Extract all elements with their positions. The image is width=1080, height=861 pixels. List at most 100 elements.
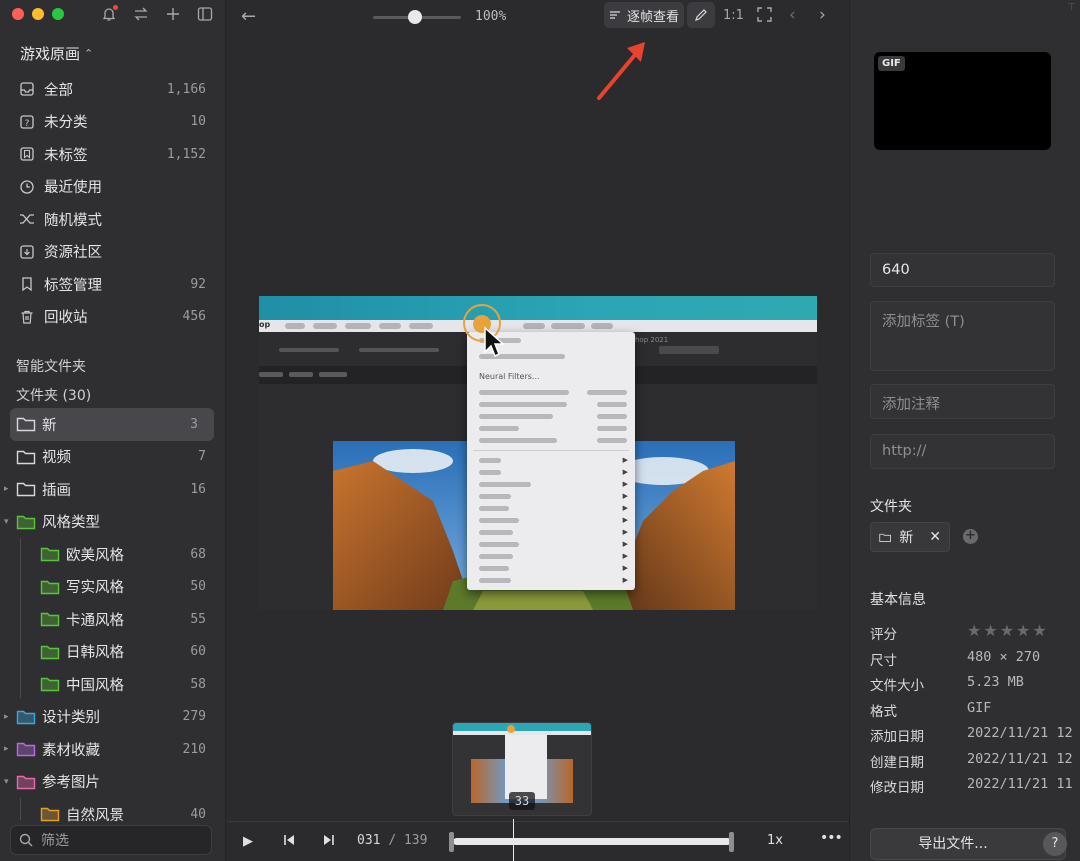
nav-item[interactable]: 标签管理 92 (10, 268, 214, 301)
annotate-button[interactable] (687, 2, 715, 28)
folder-item[interactable]: ▸ 插画 16 (4, 473, 214, 506)
sync-icon[interactable] (132, 5, 150, 23)
app-title-bar (259, 296, 817, 320)
folder-count: 60 (190, 644, 206, 660)
name-field[interactable]: 640 (870, 253, 1055, 287)
step-forward-icon[interactable] (323, 834, 335, 850)
nav-item[interactable]: 未标签 1,152 (10, 138, 214, 171)
expand-caret-icon[interactable]: ▸ (4, 484, 14, 494)
star-icon[interactable]: ★ (983, 621, 997, 643)
fullscreen-icon[interactable] (757, 7, 772, 26)
folder-count: 210 (182, 741, 206, 757)
nav-item[interactable]: 随机模式 (10, 203, 214, 236)
folder-item[interactable]: 写实风格 50 (10, 571, 214, 604)
folders-header[interactable]: 文件夹 (30) (16, 385, 91, 405)
folder-item[interactable]: 卡通风格 55 (10, 603, 214, 636)
folder-item[interactable]: ▾ 参考图片 (4, 766, 214, 799)
maximize-window-button[interactable] (52, 8, 64, 20)
folder-label: 自然风景 (66, 807, 124, 824)
url-field[interactable]: http:// (870, 434, 1055, 469)
close-window-button[interactable] (12, 8, 24, 20)
folder-icon (16, 710, 36, 724)
nav-item[interactable]: ? 未分类 10 (10, 106, 214, 139)
trim-end-handle[interactable] (729, 832, 734, 852)
folder-icon (16, 743, 36, 757)
menu-item-neural-filters: Neural Filters... (479, 372, 540, 381)
library-switcher[interactable]: 游戏原画 ⌃ (20, 43, 93, 64)
folder-item[interactable]: ▸ 素材收藏 210 (4, 733, 214, 766)
add-icon[interactable] (164, 5, 182, 23)
add-folder-icon[interactable]: + (963, 529, 978, 544)
minimize-window-button[interactable] (32, 8, 44, 20)
expand-caret-icon[interactable]: ▸ (4, 744, 14, 754)
timeline-track[interactable] (453, 838, 731, 845)
folder-item[interactable]: 欧美风格 68 (10, 538, 214, 571)
sidebar-top-actions (100, 5, 214, 23)
file-thumbnail[interactable]: GIF (874, 52, 1051, 150)
rating-stars[interactable]: ★ ★ ★ ★ ★ (967, 621, 1047, 643)
star-icon[interactable]: ★ (1000, 621, 1014, 643)
folder-item[interactable]: 日韩风格 60 (10, 636, 214, 669)
info-key: 添加日期 (870, 729, 924, 745)
info-row: 尺寸 480 × 270 (870, 649, 1080, 669)
info-row: 文件大小 5.23 MB (870, 674, 1080, 694)
nav-item[interactable]: 全部 1,166 (10, 73, 214, 106)
more-options-button[interactable]: ••• (820, 830, 843, 846)
step-back-icon[interactable] (283, 834, 295, 850)
tag-field[interactable]: 添加标签 (T) (870, 301, 1055, 371)
nav-item-count: 1,152 (166, 146, 206, 162)
clock-icon (18, 178, 36, 196)
star-icon[interactable]: ★ (1032, 621, 1046, 643)
pin-icon[interactable]: ⊤ (1067, 2, 1076, 13)
question-box-icon: ? (18, 113, 36, 131)
format-badge: GIF (878, 56, 905, 71)
note-field[interactable]: 添加注释 (870, 384, 1055, 419)
frame-by-frame-button[interactable]: 逐帧查看 (604, 2, 684, 28)
folder-label: 欧美风格 (66, 547, 124, 564)
filter-input[interactable]: 筛选 (10, 825, 212, 855)
help-button[interactable]: ? (1043, 832, 1067, 856)
remove-folder-icon[interactable]: ✕ (929, 529, 941, 545)
folder-item[interactable]: 中国风格 58 (10, 668, 214, 701)
playhead[interactable] (513, 819, 514, 861)
folder-label: 卡通风格 (66, 612, 124, 629)
folder-icon (879, 533, 891, 542)
next-icon[interactable]: › (819, 5, 826, 25)
star-icon[interactable]: ★ (1016, 621, 1030, 643)
export-button[interactable]: 导出文件... (870, 828, 1066, 860)
sidebar-toggle-icon[interactable] (196, 5, 214, 23)
trim-start-handle[interactable] (449, 832, 454, 852)
folder-chip[interactable]: 新 ✕ (870, 522, 950, 552)
expand-caret-icon[interactable]: ▾ (4, 517, 14, 527)
folder-section-title: 文件夹 (870, 499, 912, 515)
actual-size-button[interactable]: 1:1 (723, 8, 744, 23)
zoom-slider-knob[interactable] (408, 10, 422, 24)
filter-placeholder: 筛选 (41, 833, 69, 849)
folder-icon (40, 613, 60, 627)
folder-item[interactable]: ▾ 风格类型 (4, 506, 214, 539)
total-frames: 139 (403, 833, 428, 848)
nav-item[interactable]: 资源社区 (10, 236, 214, 269)
nav-item[interactable]: 回收站 456 (10, 301, 214, 334)
speed-button[interactable]: 1x (767, 833, 783, 848)
expand-caret-icon[interactable]: ▾ (4, 777, 14, 787)
frame-by-frame-label: 逐帧查看 (626, 9, 679, 25)
folder-count: 7 (198, 449, 206, 465)
star-icon[interactable]: ★ (967, 621, 981, 643)
bell-icon[interactable] (100, 5, 118, 23)
expand-caret-icon[interactable]: ▸ (4, 712, 14, 722)
folder-item[interactable]: 视频 7 (10, 441, 214, 474)
folder-label: 风格类型 (42, 515, 100, 532)
folder-label: 日韩风格 (66, 645, 124, 662)
folder-item[interactable]: ▸ 设计类别 279 (4, 701, 214, 734)
media-preview[interactable]: op hop 2021 Neural Filters... ▶ ▶ ▶ ▶ ▶ … (259, 296, 817, 610)
info-value: 480 × 270 (967, 648, 1041, 665)
play-icon[interactable]: ▶ (243, 834, 253, 849)
folder-count: 50 (190, 579, 206, 595)
back-arrow-icon[interactable]: ← (241, 6, 256, 27)
nav-item[interactable]: 最近使用 (10, 171, 214, 204)
folder-item[interactable]: 新3 (10, 408, 214, 441)
smart-folders-header[interactable]: 智能文件夹 (16, 356, 86, 376)
previous-icon[interactable]: ‹ (789, 5, 796, 25)
folder-icon (40, 645, 60, 659)
